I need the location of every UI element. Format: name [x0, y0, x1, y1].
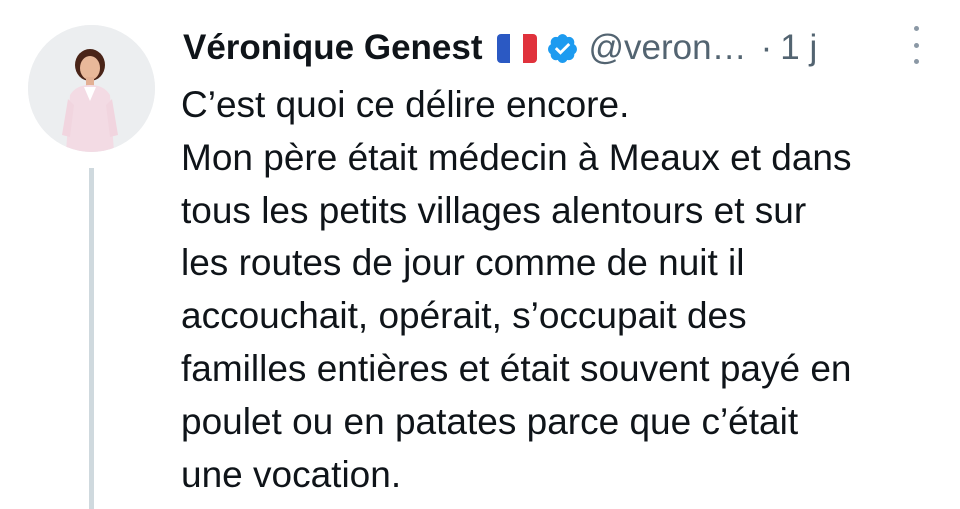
verified-badge-icon — [547, 33, 577, 63]
tweet-text-line: C’est quoi ce délire encore. — [181, 84, 630, 125]
tweet-text-line: accouchait, opérait, s’occupait des — [181, 295, 747, 337]
more-vertical-icon[interactable] — [907, 22, 925, 68]
tweet-text-line: poulet ou en patates parce que c’était — [181, 400, 799, 442]
tweet-timestamp[interactable]: 1 j — [780, 28, 817, 68]
thread-line — [89, 168, 94, 509]
avatar[interactable] — [28, 25, 155, 152]
french-flag-icon — [496, 33, 537, 63]
author-name[interactable]: Véronique Genest — [183, 28, 483, 68]
tweet[interactable]: Véronique Genest @veron… · 1 j C’est quo… — [0, 0, 960, 509]
tweet-text-line: les routes de jour comme de nuit il — [181, 242, 745, 284]
tweet-header: Véronique Genest @veron… · 1 j — [183, 18, 817, 78]
tweet-text-line: tous les petits villages alentours et su… — [181, 189, 807, 231]
header-separator: · — [760, 28, 773, 67]
avatar-image — [28, 25, 155, 152]
tweet-text-line: Mon père était médecin à Meaux et dans — [181, 136, 852, 178]
tweet-text: C’est quoi ce délire encore. Mon père ét… — [181, 79, 956, 501]
tweet-left-column — [0, 0, 180, 509]
author-handle[interactable]: @veron… — [589, 28, 747, 68]
tweet-text-line: une vocation. — [181, 453, 402, 495]
tweet-text-line: familles entières et était souvent payé … — [181, 347, 852, 389]
